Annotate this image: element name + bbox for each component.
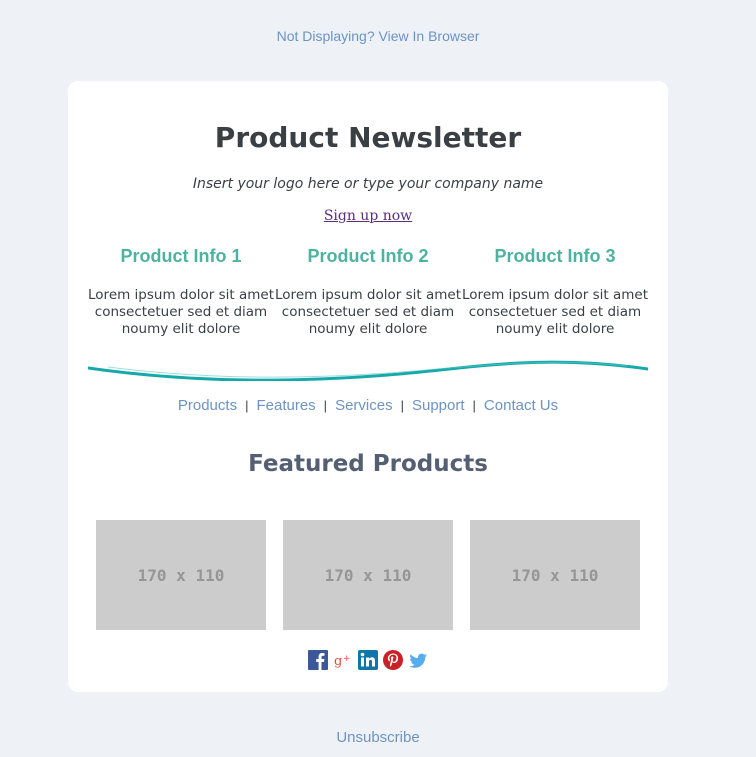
pinterest-icon[interactable]	[383, 650, 403, 670]
product-info-text: Lorem ipsum dolor sit amet consectetuer …	[88, 287, 274, 337]
product-info-text: Lorem ipsum dolor sit amet consectetuer …	[462, 287, 648, 337]
product-image-placeholder[interactable]: 170 x 110	[283, 520, 453, 630]
svg-text:+: +	[343, 654, 351, 664]
company-tagline: Insert your logo here or type your compa…	[192, 176, 544, 192]
unsubscribe-link[interactable]: Unsubscribe	[0, 729, 756, 746]
sign-up-link[interactable]: Sign up now	[68, 208, 668, 224]
email-page: Not Displaying? View In Browser Product …	[0, 0, 756, 757]
nav-link-services[interactable]: Services	[335, 397, 393, 414]
featured-products-heading: Featured Products	[248, 451, 488, 477]
nav-link-contact-us[interactable]: Contact Us	[484, 397, 558, 414]
nav-separator: |	[323, 398, 328, 413]
wave-divider	[88, 360, 648, 381]
product-image-placeholder[interactable]: 170 x 110	[470, 520, 640, 630]
product-info-heading: Product Info 2	[307, 246, 429, 266]
nav-link-support[interactable]: Support	[412, 397, 465, 414]
product-info-text: Lorem ipsum dolor sit amet consectetuer …	[275, 287, 461, 337]
svg-text:g: g	[334, 654, 342, 669]
product-info-column: Product Info 1 Lorem ipsum dolor sit ame…	[88, 245, 274, 338]
newsletter-card: Product Newsletter Insert your logo here…	[68, 81, 668, 692]
newsletter-title: Product Newsletter	[214, 121, 522, 154]
nav-separator: |	[472, 398, 476, 413]
nav-link-products[interactable]: Products	[178, 397, 237, 414]
product-info-heading: Product Info 1	[120, 246, 242, 266]
view-in-browser-link[interactable]: Not Displaying? View In Browser	[0, 28, 756, 44]
social-icons: g +	[68, 650, 668, 670]
facebook-icon[interactable]	[308, 650, 328, 670]
linkedin-icon[interactable]	[358, 650, 378, 670]
nav-link-features[interactable]: Features	[256, 397, 315, 414]
product-image-placeholder[interactable]: 170 x 110	[96, 520, 266, 630]
twitter-icon[interactable]	[408, 650, 428, 670]
footer-nav: Products | Features | Services | Support | Conta…	[68, 397, 668, 414]
product-info-column: Product Info 2 Lorem ipsum dolor sit ame…	[275, 245, 461, 338]
product-info-column: Product Info 3 Lorem ipsum dolor sit ame…	[462, 245, 648, 338]
nav-separator: |	[400, 398, 404, 413]
google-plus-icon[interactable]: g +	[333, 650, 353, 670]
nav-separator: |	[245, 398, 249, 413]
product-info-heading: Product Info 3	[494, 246, 616, 266]
